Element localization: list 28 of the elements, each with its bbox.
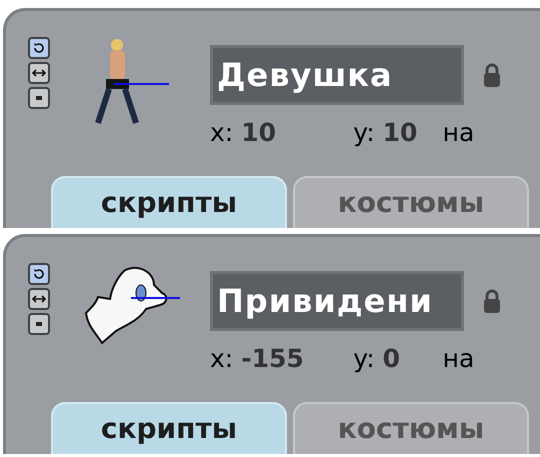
x-label: x:	[210, 343, 234, 376]
rotation-style-button[interactable]	[28, 263, 50, 285]
y-label: y:	[353, 343, 375, 376]
lock-icon[interactable]	[484, 289, 500, 313]
y-label: y:	[353, 117, 375, 150]
lock-icon[interactable]	[484, 63, 500, 87]
tab[interactable]: костюмы	[293, 176, 529, 228]
y-value: 10	[382, 117, 418, 150]
rotate-icon	[32, 41, 46, 55]
rotation-style-button[interactable]	[28, 313, 50, 335]
sprite-name-field[interactable]: Привидени	[210, 271, 464, 331]
tab[interactable]: скрипты	[51, 176, 287, 228]
tab[interactable]: скрипты	[51, 402, 287, 454]
x-value: 10	[241, 117, 278, 150]
x-value: -155	[241, 343, 305, 376]
rotation-style-button[interactable]	[28, 62, 50, 84]
rotate-icon	[32, 267, 46, 281]
left-right-arrow-icon	[32, 294, 46, 304]
rotation-style-button[interactable]	[28, 288, 50, 310]
left-right-arrow-icon	[32, 68, 46, 78]
rotation-style-button[interactable]	[28, 87, 50, 109]
direction-label: на	[442, 343, 474, 376]
tab[interactable]: костюмы	[293, 402, 529, 454]
rotation-style-button[interactable]	[28, 37, 50, 59]
sprite-name-field[interactable]: Девушка	[210, 45, 464, 105]
y-value: 0	[382, 343, 402, 376]
x-label: x:	[210, 117, 234, 150]
direction-label: на	[442, 117, 474, 150]
